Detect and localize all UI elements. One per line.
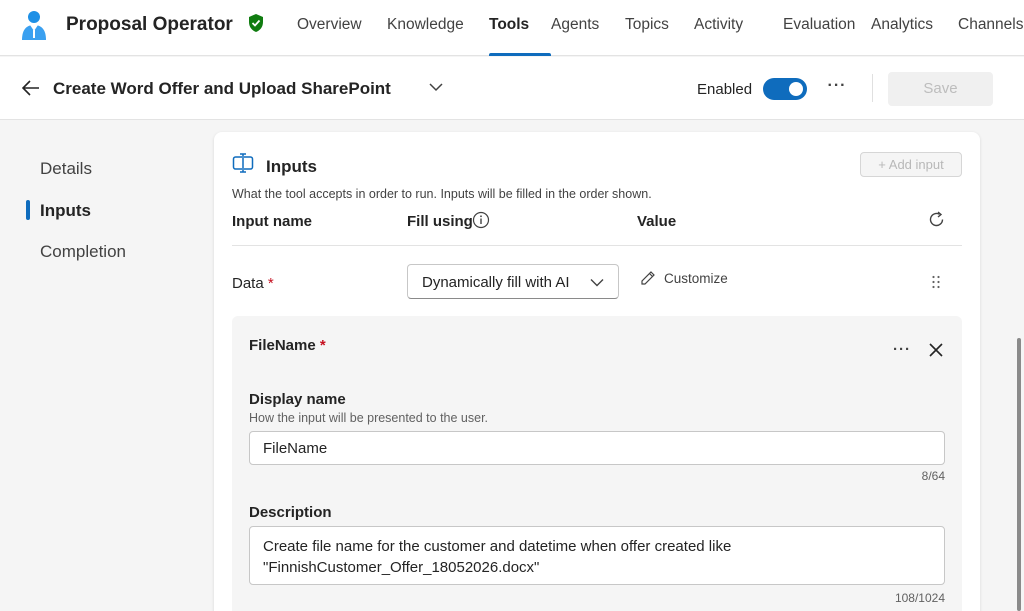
rail-item-details[interactable]: Details (40, 159, 92, 179)
command-bar: Create Word Offer and Upload SharePoint … (0, 57, 1024, 120)
info-icon[interactable] (472, 211, 490, 229)
inputs-description: What the tool accepts in order to run. I… (232, 187, 652, 201)
display-name-input[interactable] (249, 431, 945, 465)
agent-avatar-icon[interactable] (20, 10, 48, 42)
tab-channels[interactable]: Channels (958, 0, 1024, 56)
plus-icon: + (878, 157, 886, 172)
customize-button[interactable]: Customize (640, 270, 728, 286)
tab-analytics[interactable]: Analytics (871, 0, 958, 56)
save-button[interactable]: Save (888, 72, 993, 106)
display-name-counter: 8/64 (921, 469, 945, 483)
chevron-down-icon[interactable] (429, 82, 443, 92)
header-divider (232, 245, 962, 246)
display-name-hint: How the input will be presented to the u… (249, 411, 489, 425)
chevron-down-icon (590, 279, 604, 287)
column-header-value: Value (637, 213, 677, 230)
filename-title-label: FileName (249, 337, 316, 354)
customize-label: Customize (664, 270, 728, 286)
tool-title: Create Word Offer and Upload SharePoint (53, 79, 391, 98)
tab-overview[interactable]: Overview (297, 0, 387, 56)
pencil-icon (641, 271, 655, 285)
text-input-icon (232, 153, 254, 173)
fill-using-dropdown[interactable]: Dynamically fill with AI (407, 264, 619, 299)
main-nav-tabs: Overview Knowledge Tools Agents Topics A… (297, 0, 1024, 56)
add-input-label: Add input (888, 157, 944, 172)
column-header-fill-using: Fill using (407, 213, 473, 230)
app-title: Proposal Operator (66, 14, 233, 35)
divider (872, 74, 873, 102)
back-arrow-icon[interactable] (22, 80, 40, 96)
column-header-input-name: Input name (232, 213, 313, 230)
description-textarea[interactable]: Create file name for the customer and da… (249, 526, 945, 585)
page-scrollbar[interactable] (1017, 338, 1021, 611)
input-name-data: Data * (232, 275, 274, 292)
rail-item-inputs[interactable]: Inputs (40, 201, 91, 221)
input-name-label: Data (232, 275, 264, 292)
tab-agents[interactable]: Agents (551, 0, 625, 56)
fill-using-value: Dynamically fill with AI (422, 274, 570, 291)
tab-tools[interactable]: Tools (489, 0, 551, 56)
add-input-button[interactable]: + Add input (860, 152, 962, 177)
description-label: Description (249, 504, 332, 521)
tab-activity[interactable]: Activity (694, 0, 783, 56)
top-nav-bar: Proposal Operator Overview Knowledge Too… (0, 0, 1024, 56)
description-counter: 108/1024 (894, 591, 945, 605)
rail-active-indicator (26, 200, 30, 220)
required-mark: * (267, 275, 274, 292)
close-icon[interactable] (929, 343, 943, 357)
tab-topics[interactable]: Topics (625, 0, 694, 56)
toggle-knob (789, 82, 803, 96)
required-mark: * (319, 337, 326, 354)
rail-item-completion[interactable]: Completion (40, 242, 126, 262)
more-options-button[interactable]: ··· (892, 340, 912, 360)
filename-panel-title: FileName * (249, 337, 326, 354)
tab-evaluation[interactable]: Evaluation (783, 0, 871, 56)
enabled-label: Enabled (697, 81, 753, 98)
inputs-title: Inputs (266, 157, 317, 176)
more-options-button[interactable]: ··· (826, 75, 848, 97)
enabled-toggle[interactable] (763, 78, 807, 100)
drag-handle-icon[interactable] (930, 274, 942, 290)
tab-knowledge[interactable]: Knowledge (387, 0, 489, 56)
display-name-label: Display name (249, 391, 346, 408)
refresh-icon[interactable] (928, 211, 945, 228)
shield-check-icon (249, 14, 263, 32)
